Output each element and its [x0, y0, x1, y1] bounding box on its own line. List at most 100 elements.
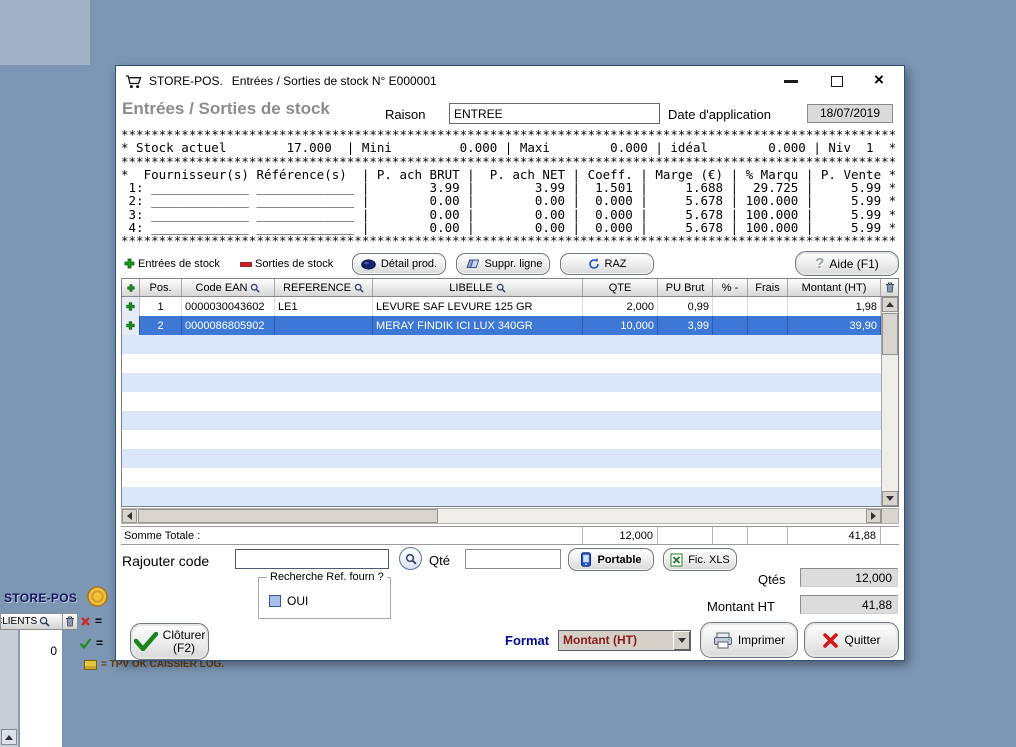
legend-row-ok: =	[79, 636, 103, 650]
qty-input[interactable]	[465, 549, 561, 569]
scrollbar-track[interactable]	[882, 355, 898, 491]
help-button[interactable]: ? Aide (F1)	[795, 251, 899, 276]
col-discount-label: % -	[722, 282, 739, 294]
col-pos[interactable]: Pos.	[140, 279, 182, 296]
add-code-label: Rajouter code	[122, 553, 209, 569]
col-qte[interactable]: QTE	[583, 279, 658, 296]
qtys-total-label: Qtés	[758, 572, 785, 587]
close-session-label: Clôturer (F2)	[163, 629, 206, 655]
portable-button[interactable]: Portable	[568, 548, 654, 571]
scroll-right-button[interactable]	[866, 509, 881, 523]
col-pu-brut[interactable]: PU Brut	[658, 279, 713, 296]
cell-ean: 0000030043602	[182, 297, 275, 316]
col-pos-label: Pos.	[149, 282, 171, 294]
cart-icon	[125, 74, 142, 89]
row-type-cell	[122, 297, 140, 316]
cell-montant: 1,98	[788, 297, 881, 316]
col-libelle[interactable]: LIBELLE	[373, 279, 583, 296]
quit-button[interactable]: Quitter	[804, 622, 899, 658]
scroll-down-button[interactable]	[882, 491, 898, 506]
table-row-empty	[122, 487, 881, 506]
col-discount[interactable]: % -	[713, 279, 748, 296]
window-title: Entrées / Sorties de stock N° E000001	[232, 74, 437, 88]
scrollbar-track[interactable]	[438, 509, 866, 523]
dropdown-arrow-button[interactable]	[673, 631, 690, 650]
help-icon: ?	[815, 255, 824, 272]
plus-icon	[126, 321, 135, 330]
scrollbar-thumb[interactable]	[882, 313, 898, 355]
col-ean[interactable]: Code EAN	[182, 279, 275, 296]
chevron-down-icon	[678, 638, 686, 647]
green-check-icon	[134, 632, 158, 651]
app-window: STORE-POS. Entrées / Sorties de stock N°…	[115, 65, 905, 661]
legend-entrees-label: Entrées de stock	[138, 258, 220, 270]
col-ean-label: Code EAN	[196, 282, 248, 294]
print-button[interactable]: Imprimer	[700, 622, 798, 658]
help-label: Aide (F1)	[829, 257, 878, 271]
background-app-title: STORE-POS	[4, 591, 77, 605]
green-check-icon	[79, 638, 92, 649]
legend-row-cancel: =	[80, 614, 102, 628]
cell-pos: 2	[140, 316, 182, 335]
minimize-button[interactable]	[784, 80, 798, 83]
cloturer-text: Clôturer	[163, 629, 206, 642]
col-libelle-label: LIBELLE	[449, 282, 492, 294]
stock-info-panel: ****************************************…	[121, 128, 896, 248]
search-button[interactable]	[399, 547, 422, 570]
maximize-button[interactable]	[831, 76, 843, 87]
date-field[interactable]: 18/07/2019	[807, 104, 893, 123]
close-button[interactable]: ×	[874, 70, 884, 90]
red-x-icon	[80, 616, 91, 627]
row-type-cell	[122, 316, 140, 335]
close-session-button[interactable]: Clôturer (F2)	[130, 623, 209, 660]
raison-input[interactable]	[449, 103, 660, 124]
delete-column-header[interactable]	[881, 279, 898, 296]
cell-libelle: MERAY FINDIK ICI LUX 340GR	[373, 316, 583, 335]
export-xls-button[interactable]: Fic. XLS	[663, 548, 737, 571]
cell-discount	[713, 297, 748, 316]
col-reference[interactable]: REFERENCE	[275, 279, 373, 296]
scroll-up-button[interactable]	[1, 729, 17, 745]
format-dropdown[interactable]: Montant (HT)	[558, 630, 691, 651]
search-icon	[405, 553, 417, 565]
col-montant-ht[interactable]: Montant (HT)	[788, 279, 881, 296]
print-label: Imprimer	[738, 633, 785, 647]
scrollbar-corner	[881, 509, 898, 523]
clients-label: CLIENTS	[0, 616, 37, 627]
minus-icon	[240, 262, 252, 267]
table-row[interactable]: 1 0000030043602 LE1 LEVURE SAF LEVURE 12…	[122, 297, 881, 316]
portable-label: Portable	[597, 554, 641, 566]
delete-line-button[interactable]: Suppr. ligne	[456, 253, 550, 275]
horizontal-scrollbar[interactable]	[121, 508, 899, 524]
scroll-left-button[interactable]	[122, 509, 137, 523]
eraser-icon	[463, 259, 479, 269]
add-code-input[interactable]	[235, 549, 389, 569]
table-row-empty	[122, 392, 881, 411]
reset-button[interactable]: RAZ	[560, 253, 654, 275]
col-reference-label: REFERENCE	[283, 282, 351, 294]
table-body: 1 0000030043602 LE1 LEVURE SAF LEVURE 12…	[122, 297, 898, 506]
scroll-up-button[interactable]	[882, 297, 898, 312]
type-column-header[interactable]	[122, 279, 140, 296]
background-scrollbar[interactable]	[0, 630, 19, 747]
arrow-right-icon	[871, 512, 880, 520]
stock-table: Pos. Code EAN REFERENCE LIBELLE QTE PU B…	[121, 278, 899, 507]
table-row-selected[interactable]: 2 0000086805902 MERAY FINDIK ICI LUX 340…	[122, 316, 881, 335]
table-rows: 1 0000030043602 LE1 LEVURE SAF LEVURE 12…	[122, 297, 881, 506]
search-icon	[250, 283, 260, 293]
clients-trash-button[interactable]	[62, 614, 77, 629]
vertical-scrollbar[interactable]	[881, 297, 898, 506]
raison-label: Raison	[385, 107, 425, 122]
amount-ht-field: 41,88	[800, 595, 898, 614]
col-frais[interactable]: Frais	[748, 279, 788, 296]
total-qte: 12,000	[582, 527, 657, 544]
red-x-icon	[822, 632, 839, 649]
clients-panel-header[interactable]: CLIENTS	[0, 613, 78, 630]
detail-product-button[interactable]: Détail prod.	[352, 253, 446, 275]
cell-ean: 0000086805902	[182, 316, 275, 335]
oui-checkbox[interactable]	[269, 595, 281, 607]
total-label: Somme Totale :	[121, 527, 582, 544]
scrollbar-thumb[interactable]	[138, 509, 438, 523]
amount-ht-label: Montant HT	[707, 599, 775, 614]
total-montant: 41,88	[787, 527, 880, 544]
